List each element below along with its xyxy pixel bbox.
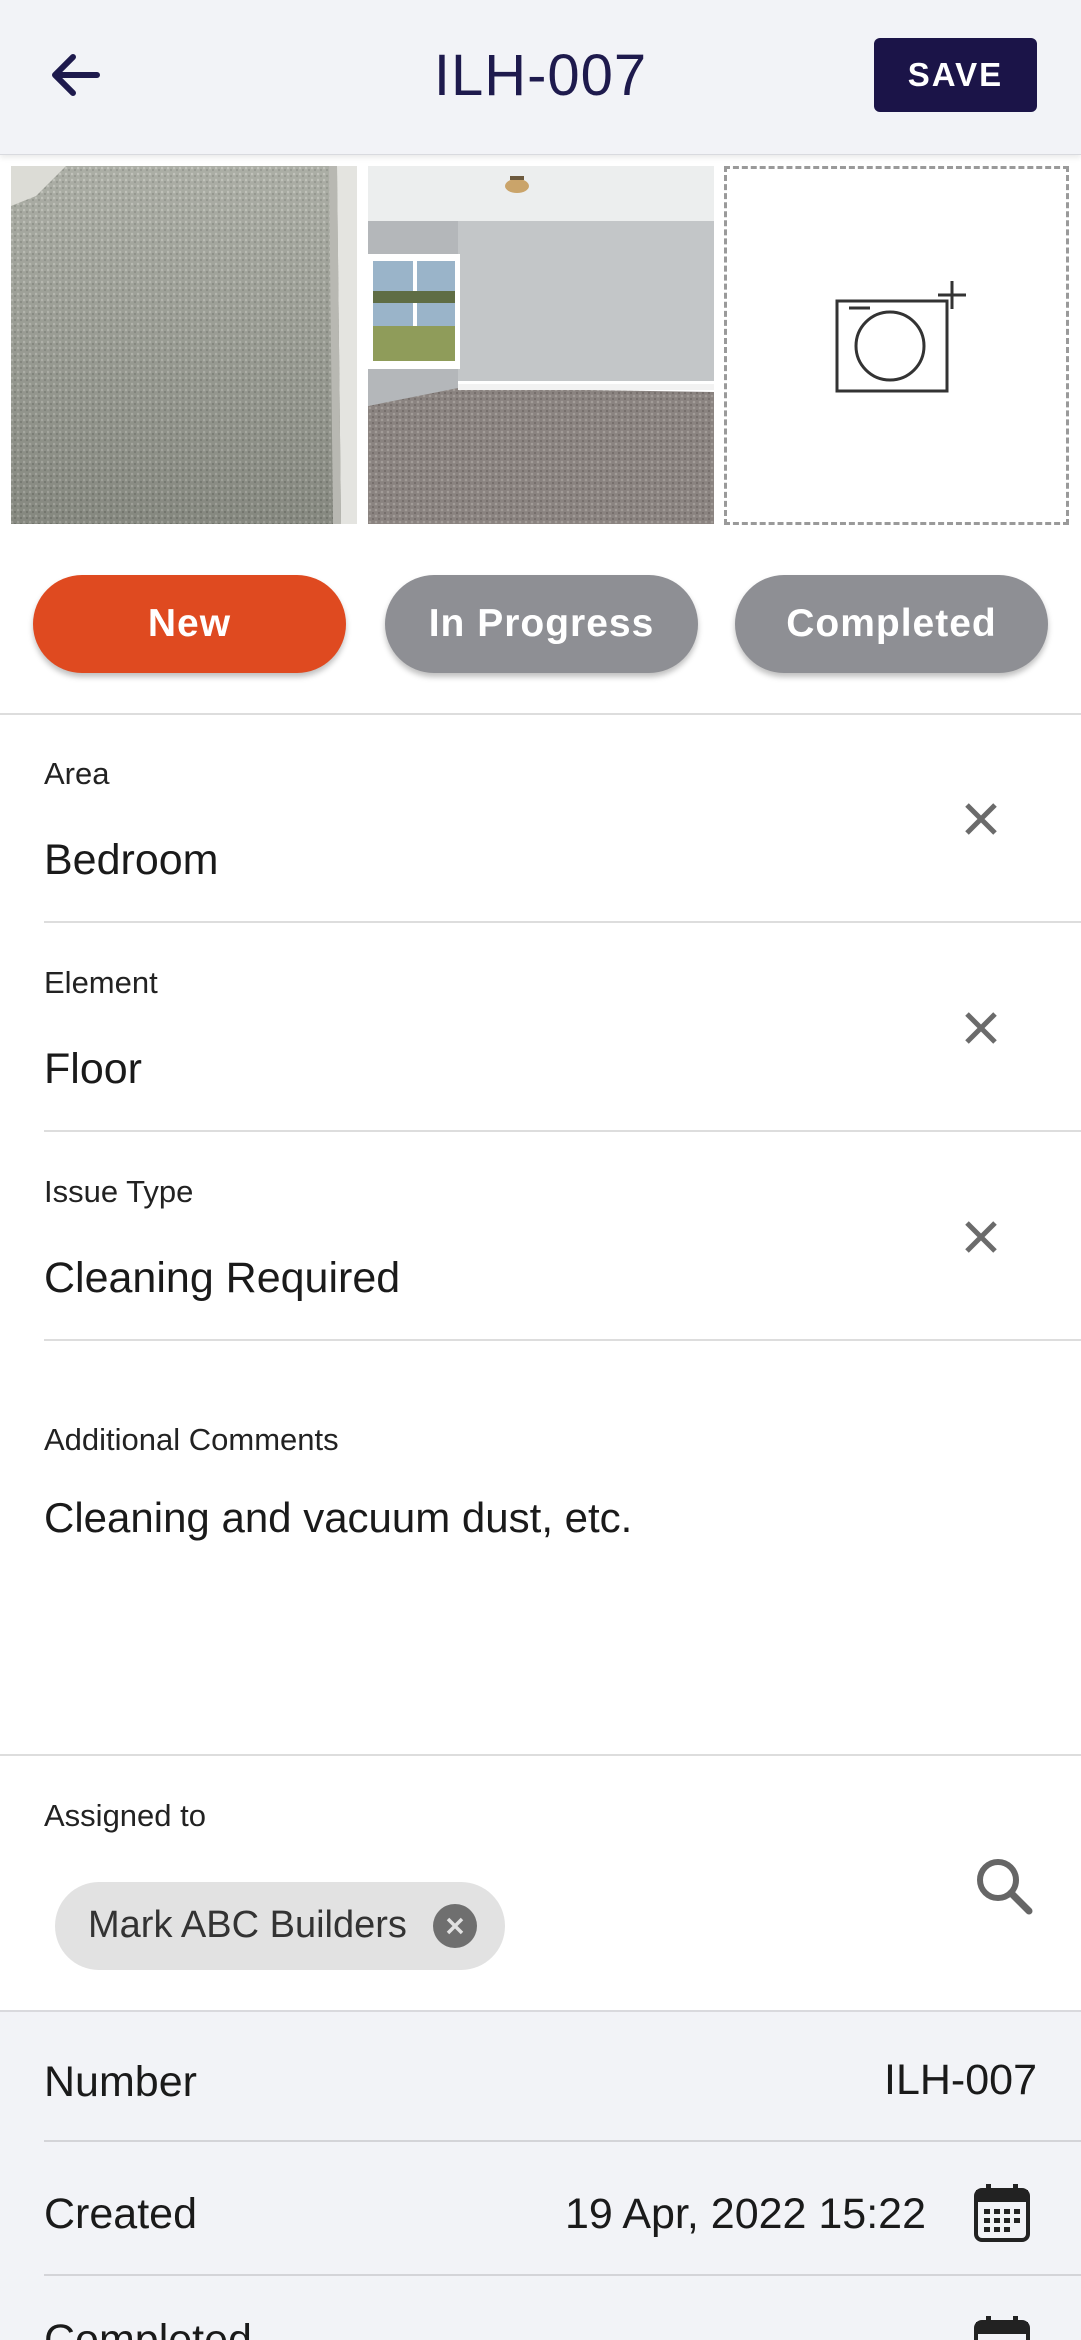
assignee-chip-label: Mark ABC Builders <box>88 1904 407 1946</box>
number-label: Number <box>44 2058 197 2106</box>
status-in-progress-button[interactable]: In Progress <box>385 575 698 673</box>
status-selector: New In Progress Completed <box>0 570 1081 680</box>
divider <box>0 1754 1081 1756</box>
comments-label: Additional Comments <box>44 1422 339 1457</box>
created-label: Created <box>44 2190 197 2238</box>
area-label: Area <box>44 756 110 791</box>
divider <box>44 1339 1081 1341</box>
assignee-chip[interactable]: Mark ABC Builders <box>55 1882 505 1970</box>
divider <box>44 2140 1081 2142</box>
assignee-search-button[interactable] <box>973 1855 1035 1917</box>
comments-value[interactable]: Cleaning and vacuum dust, etc. <box>44 1494 632 1542</box>
search-icon <box>977 1859 1033 1915</box>
element-label: Element <box>44 965 158 1000</box>
clear-element-button[interactable] <box>955 1002 1007 1054</box>
assigned-label: Assigned to <box>44 1798 206 1833</box>
created-value[interactable]: 19 Apr, 2022 15:22 <box>565 2190 926 2239</box>
divider <box>0 713 1081 715</box>
issue-type-value[interactable]: Cleaning Required <box>44 1254 400 1303</box>
close-icon <box>446 1917 464 1935</box>
calendar-icon[interactable] <box>972 2314 1032 2340</box>
close-icon <box>965 1012 997 1044</box>
divider <box>44 1130 1081 1132</box>
issue-type-label: Issue Type <box>44 1174 194 1209</box>
photo-thumbnail[interactable] <box>11 166 357 524</box>
divider <box>44 2274 1081 2276</box>
divider <box>44 921 1081 923</box>
area-value[interactable]: Bedroom <box>44 836 218 885</box>
app-header: ILH-007 SAVE <box>0 0 1081 155</box>
add-photo-button[interactable] <box>724 166 1069 525</box>
element-value[interactable]: Floor <box>44 1045 142 1094</box>
remove-assignee-button[interactable] <box>433 1904 477 1948</box>
clear-area-button[interactable] <box>955 793 1007 845</box>
close-icon <box>965 1221 997 1253</box>
status-new-button[interactable]: New <box>33 575 346 673</box>
number-value: ILH-007 <box>884 2056 1037 2104</box>
completed-label: Completed <box>44 2316 252 2340</box>
divider <box>0 2010 1081 2012</box>
calendar-icon[interactable] <box>972 2182 1032 2244</box>
photo-thumbnail[interactable] <box>368 166 714 524</box>
info-section: Number ILH-007 Created 19 Apr, 2022 15:2… <box>0 2010 1081 2340</box>
photo-strip <box>0 158 1081 538</box>
status-completed-button[interactable]: Completed <box>735 575 1048 673</box>
save-button[interactable]: SAVE <box>874 38 1037 112</box>
clear-issue-type-button[interactable] <box>955 1211 1007 1263</box>
add-photo-camera-icon <box>835 280 966 392</box>
close-icon <box>965 803 997 835</box>
